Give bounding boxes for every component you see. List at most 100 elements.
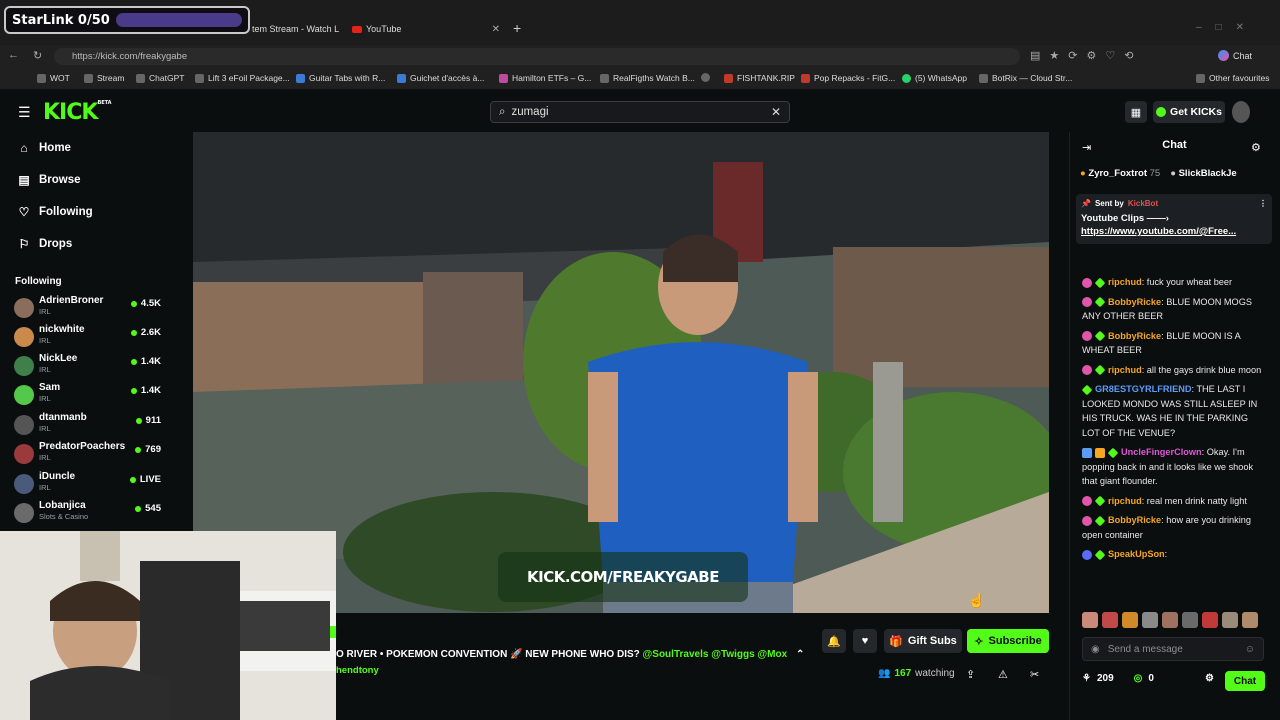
kicks-coin-icon — [1156, 107, 1167, 117]
following-channel[interactable]: AdrienBroner IRL 4.5K — [14, 295, 164, 323]
nav-browse[interactable]: ▤ Browse — [18, 173, 80, 187]
settings-icon[interactable]: ⚙ — [1205, 673, 1214, 684]
clip-icon[interactable]: ✂ — [1030, 668, 1039, 681]
webcam-overlay — [0, 531, 336, 720]
url-field[interactable]: https://kick.com/freakygabe — [54, 48, 1020, 65]
bookmark-item[interactable]: Stream — [84, 73, 124, 83]
search-input[interactable]: ⌕ zumagi ✕ — [490, 101, 790, 123]
emote-icon[interactable] — [1182, 612, 1198, 628]
site-icon — [600, 73, 609, 83]
layout-toggle-button[interactable]: ▦ — [1125, 101, 1147, 123]
viewer-count: 769 — [135, 444, 161, 455]
og-badge-icon — [1094, 549, 1106, 560]
viewer-count: 2.6K — [130, 327, 161, 338]
new-tab-button[interactable]: + — [513, 20, 521, 36]
bookmark-item[interactable]: WOT — [37, 73, 70, 83]
browser-tab-stream[interactable]: tem Stream - Watch L✕ — [252, 18, 340, 40]
bookmark-item[interactable]: BotRix — Cloud Str... — [979, 73, 1072, 83]
gift-icon: 🎁 — [889, 635, 903, 648]
send-chat-button[interactable]: Chat — [1225, 671, 1265, 691]
following-channel[interactable]: Sam IRL 1.4K — [14, 382, 164, 410]
follow-button[interactable]: ♥ — [853, 629, 877, 653]
gift-subs-button[interactable]: 🎁 Gift Subs — [884, 629, 962, 653]
following-channel[interactable]: NickLee IRL 1.4K — [14, 353, 164, 381]
following-channel[interactable]: Lobanjica Slots & Casino 545 — [14, 500, 164, 528]
bookmark-item[interactable]: Pop Repacks - FitG... — [801, 73, 895, 83]
emote-icon[interactable] — [1082, 612, 1098, 628]
stream-subtitle[interactable]: hendtony — [336, 665, 379, 676]
browser-tab-youtube[interactable]: YouTube ✕ — [352, 18, 500, 40]
clear-search-icon[interactable]: ✕ — [771, 105, 781, 119]
chat-message-input[interactable]: ◉ Send a message ☺ — [1082, 637, 1264, 661]
window-controls[interactable]: –□✕ — [1196, 22, 1258, 33]
subscribe-button[interactable]: ✧ Subscribe — [967, 629, 1049, 653]
emote-icon[interactable] — [1222, 612, 1238, 628]
bookmark-item[interactable]: RealFigths Watch B... — [600, 73, 695, 83]
kicks-coin-icon: ◎ — [1133, 673, 1143, 684]
chevron-up-icon[interactable]: ⌃ — [796, 649, 804, 660]
nav-following[interactable]: ♡ Following — [18, 205, 93, 219]
emote-icon[interactable] — [1142, 612, 1158, 628]
bookmark-item[interactable]: FISHTANK.RIP — [724, 73, 795, 83]
gifter-item[interactable]: ● SlickBlackJe — [1170, 168, 1237, 179]
star-icon: ✧ — [974, 635, 984, 648]
bookmark-item[interactable]: (5) WhatsApp — [902, 73, 967, 83]
emoji-picker-icon[interactable]: ◉ — [1091, 644, 1100, 655]
back-icon[interactable]: ← — [8, 49, 19, 61]
bookmark-item[interactable]: Guitar Tabs with R... — [296, 73, 385, 83]
other-favourites[interactable]: Other favourites — [1196, 73, 1269, 83]
starlink-overlay: StarLink 0/50 — [4, 6, 250, 34]
bookmark-item[interactable]: Lift 3 eFoil Package... — [195, 73, 290, 83]
following-channel[interactable]: PredatorPoachers IRL 769 — [14, 441, 164, 469]
search-icon: ⌕ — [499, 105, 506, 118]
chat-title: Chat — [1162, 139, 1187, 151]
emote-icon[interactable] — [1242, 612, 1258, 628]
emote-icon[interactable] — [1162, 612, 1178, 628]
copilot-chat-button[interactable]: Chat — [1218, 50, 1252, 61]
pinned-link[interactable]: https://www.youtube.com/@Free... — [1081, 226, 1267, 237]
drops-icon: ⚐ — [18, 237, 30, 251]
chat-settings-icon[interactable]: ⚙ — [1251, 141, 1261, 154]
copilot-icon — [1218, 50, 1229, 61]
following-channel[interactable]: dtanmanb IRL 911 — [14, 412, 164, 440]
report-icon[interactable]: ⚠ — [998, 668, 1008, 681]
viewer-count: 545 — [135, 503, 161, 514]
smiley-icon[interactable]: ☺ — [1245, 644, 1255, 655]
following-channel[interactable]: iDuncle IRL LIVE — [14, 471, 164, 499]
gifter-item[interactable]: ● Zyro_Foxtrot 75 — [1080, 168, 1160, 179]
chatgpt-icon — [136, 73, 145, 83]
reload-icon[interactable]: ↻ — [33, 49, 42, 62]
folder-icon — [37, 73, 46, 83]
more-options-icon[interactable]: ⋮ — [1259, 199, 1267, 208]
site-icon — [724, 73, 733, 83]
og-badge-icon — [1094, 277, 1106, 288]
bookmark-item[interactable]: Guichet d'accès à... — [397, 73, 484, 83]
og-badge-icon — [1094, 364, 1106, 376]
kick-logo[interactable]: KICKBETA — [43, 100, 112, 125]
menu-icon[interactable]: ☰ — [18, 104, 31, 121]
bookmark-item[interactable]: Hamilton ETFs – G... — [499, 73, 591, 83]
bookmark-item[interactable]: ChatGPT — [136, 73, 184, 83]
nav-drops[interactable]: ⚐ Drops — [18, 237, 73, 251]
webcam-frame — [0, 531, 336, 720]
share-icon[interactable]: ⇪ — [966, 668, 975, 681]
chat-message: ripchud: fuck your wheat beer — [1082, 275, 1267, 290]
emote-icon[interactable] — [1122, 612, 1138, 628]
get-kicks-button[interactable]: Get KICKs — [1153, 101, 1225, 123]
bookmark-item[interactable] — [701, 73, 714, 82]
browser-toolbar-icons[interactable]: ▤★⟳⚙♡⟲ — [1030, 49, 1142, 62]
sub-badge-icon — [1082, 496, 1092, 507]
avatar — [14, 474, 34, 494]
close-icon[interactable]: ✕ — [492, 24, 500, 35]
following-channel[interactable]: nickwhite IRL 2.6K — [14, 324, 164, 352]
site-icon — [195, 73, 204, 83]
notification-bell-button[interactable]: 🔔 — [822, 629, 846, 653]
stream-watermark: KICK.COM/FREAKYGABE — [498, 552, 748, 602]
nav-home[interactable]: ⌂ Home — [18, 141, 71, 155]
youtube-icon — [352, 25, 362, 33]
avatar[interactable] — [1232, 101, 1250, 123]
stream-title: O RIVER • POKEMON CONVENTION 🚀 NEW PHONE… — [336, 649, 805, 660]
live-dot-icon — [135, 446, 142, 453]
emote-icon[interactable] — [1102, 612, 1118, 628]
emote-icon[interactable] — [1202, 612, 1218, 628]
